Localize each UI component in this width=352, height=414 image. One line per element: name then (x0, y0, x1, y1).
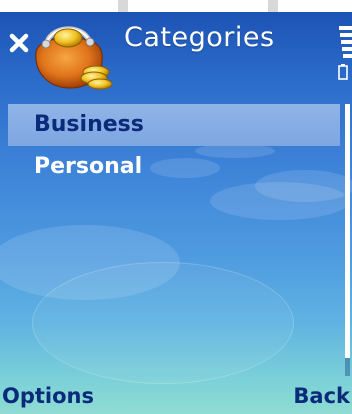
battery-icon (338, 64, 348, 80)
list-item-business[interactable]: Business (8, 104, 340, 146)
phone-screen: Categories Business Personal Options Bac… (0, 0, 352, 414)
wallet-icon (35, 26, 113, 90)
options-softkey[interactable]: Options (2, 384, 94, 408)
signal-strength-icon (339, 26, 352, 58)
list-item-label: Business (34, 112, 144, 137)
list-item-label: Personal (34, 154, 143, 179)
close-icon[interactable] (8, 32, 30, 54)
back-softkey[interactable]: Back (293, 384, 350, 408)
scrollbar-thumb[interactable] (345, 104, 350, 358)
top-strip (0, 0, 352, 12)
page-title: Categories (124, 22, 275, 53)
category-list: Business Personal (8, 104, 340, 188)
list-item-personal[interactable]: Personal (8, 146, 340, 188)
